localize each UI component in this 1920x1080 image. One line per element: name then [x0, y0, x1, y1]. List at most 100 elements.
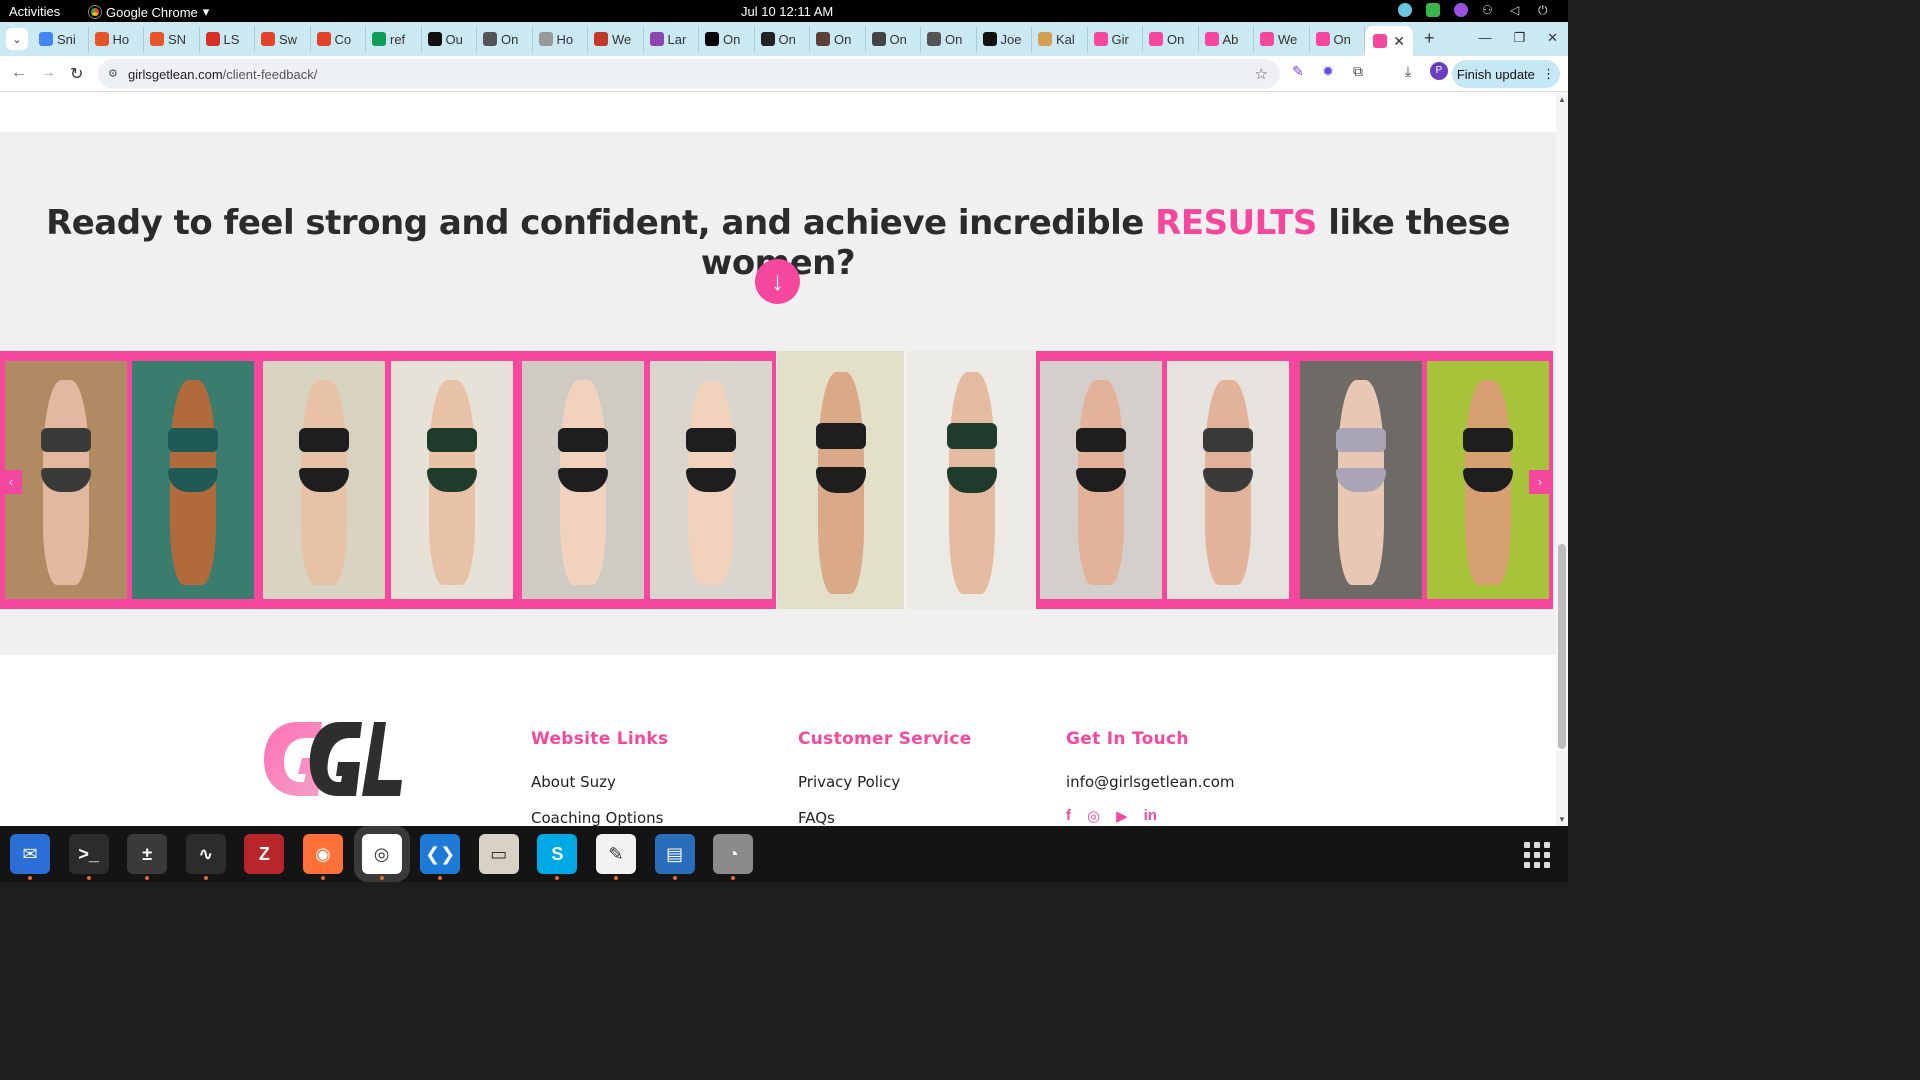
browser-tab[interactable]: Joe: [977, 26, 1032, 52]
facebook-icon[interactable]: f: [1066, 807, 1071, 825]
scroll-down-button[interactable]: ↓: [755, 259, 800, 304]
url-text[interactable]: girlsgetlean.com/client-feedback/: [128, 67, 317, 82]
ggl-logo[interactable]: [262, 718, 404, 798]
scrollbar-thumb[interactable]: [1558, 544, 1566, 749]
results-gallery[interactable]: ‹ ›: [0, 351, 1553, 609]
tab-title: Ou: [445, 31, 463, 47]
instagram-icon[interactable]: ◎: [1087, 807, 1100, 825]
browser-tab[interactable]: We: [588, 26, 644, 52]
text-editor-icon[interactable]: ✎: [596, 834, 636, 874]
extensions-puzzle-icon[interactable]: ⧉: [1350, 63, 1366, 79]
browser-tab[interactable]: Ou: [422, 26, 477, 52]
vscode-icon[interactable]: ❮❯: [420, 834, 461, 874]
show-apps-button[interactable]: [1524, 842, 1550, 868]
activities-button[interactable]: Activities: [9, 4, 60, 19]
tab-favicon-icon: [538, 32, 553, 46]
back-button[interactable]: ←: [11, 64, 27, 82]
pen-extension-icon[interactable]: ✎: [1290, 63, 1306, 79]
browser-tab[interactable]: On: [866, 26, 921, 52]
running-indicator: [731, 876, 736, 880]
browser-tab-active[interactable]: ✕: [1365, 26, 1413, 56]
browser-toolbar: ← → ↻ ⚙ girlsgetlean.com/client-feedback…: [0, 56, 1568, 92]
browser-tab[interactable]: On: [755, 26, 810, 52]
volume-icon[interactable]: ◁: [1510, 3, 1524, 17]
headline-text: Ready to feel strong and confident, and …: [46, 203, 1156, 243]
browser-tab[interactable]: Ab: [1199, 26, 1254, 52]
browser-tab[interactable]: Sw: [255, 26, 311, 52]
browser-tab[interactable]: On: [810, 26, 866, 52]
restore-icon[interactable]: ❐: [1513, 30, 1525, 46]
footer-link-faqs[interactable]: FAQs: [798, 809, 972, 826]
gear-extension-icon[interactable]: ✹: [1320, 63, 1336, 79]
gallery-slide[interactable]: [1036, 351, 1553, 609]
disk-utility-icon[interactable]: ◔: [713, 834, 754, 874]
site-info-icon[interactable]: ⚙: [108, 67, 122, 81]
browser-tab[interactable]: On: [699, 26, 755, 52]
new-tab-button[interactable]: +: [1424, 28, 1435, 49]
browser-tab[interactable]: Ho: [89, 26, 144, 52]
browser-tab[interactable]: Sni: [33, 26, 89, 52]
download-icon[interactable]: ⤓: [1400, 63, 1416, 79]
gallery-prev-button[interactable]: ‹: [0, 470, 22, 494]
browser-tab[interactable]: On: [1310, 26, 1365, 52]
network-icon[interactable]: ⚇: [1482, 3, 1496, 17]
client-result-photo: [907, 351, 1036, 609]
browser-tab[interactable]: Ho: [533, 26, 588, 52]
chrome-icon[interactable]: ◎: [361, 834, 402, 874]
running-indicator: [672, 876, 677, 880]
browser-tab[interactable]: Kal: [1032, 26, 1088, 52]
browser-tab[interactable]: ref: [366, 26, 422, 52]
power-icon[interactable]: ⏻: [1538, 3, 1552, 17]
linkedin-icon[interactable]: in: [1144, 807, 1157, 825]
browser-tab[interactable]: SN: [144, 26, 200, 52]
sync-icon[interactable]: [1398, 3, 1412, 17]
browser-tab[interactable]: On: [921, 26, 977, 52]
reload-button[interactable]: ↻: [70, 64, 83, 84]
gallery-slide[interactable]: [776, 351, 1036, 609]
system-monitor-icon[interactable]: ∿: [185, 834, 226, 874]
scroll-up-icon[interactable]: ▲: [1558, 95, 1566, 104]
browser-tab[interactable]: Gir: [1088, 26, 1143, 52]
scroll-down-icon[interactable]: ▼: [1558, 815, 1566, 824]
browser-tab[interactable]: On: [477, 26, 533, 52]
filezilla-icon[interactable]: Z: [244, 834, 285, 874]
browser-tab[interactable]: Co: [311, 26, 366, 52]
browser-tab[interactable]: LS: [200, 26, 255, 52]
profile-avatar[interactable]: P: [1430, 62, 1448, 80]
check-icon[interactable]: [1426, 3, 1440, 17]
client-result-photo: [1040, 361, 1162, 599]
extension-icon[interactable]: [1454, 3, 1468, 17]
gallery-next-button[interactable]: ›: [1529, 470, 1551, 494]
youtube-icon[interactable]: ▶: [1116, 807, 1128, 825]
forward-button[interactable]: →: [40, 64, 56, 82]
gallery-slide[interactable]: [0, 351, 776, 609]
footer-link-privacy[interactable]: Privacy Policy: [798, 773, 972, 791]
footer-email-link[interactable]: info@girlsgetlean.com: [1066, 773, 1235, 791]
calculator-icon[interactable]: ±: [127, 834, 168, 874]
close-icon[interactable]: ✕: [1547, 30, 1558, 46]
thunderbird-icon[interactable]: ✉: [10, 834, 50, 874]
system-tray[interactable]: ⚇ ◁ ⏻: [1398, 3, 1552, 17]
footer-link-coaching[interactable]: Coaching Options: [531, 809, 668, 826]
tab-favicon-icon: [594, 32, 608, 46]
finish-update-button[interactable]: Finish update ⋮: [1452, 60, 1560, 88]
browser-tab[interactable]: On: [1143, 26, 1199, 52]
address-bar[interactable]: ⚙ girlsgetlean.com/client-feedback/ ☆: [98, 59, 1280, 89]
close-tab-icon[interactable]: ✕: [1393, 33, 1405, 50]
browser-tab[interactable]: We: [1254, 26, 1310, 52]
bookmark-star-icon[interactable]: ☆: [1255, 65, 1268, 83]
app-menu[interactable]: Google Chrome ▾: [89, 4, 209, 20]
tab-search-button[interactable]: ⌄: [6, 28, 28, 50]
libreoffice-writer-icon[interactable]: ▤: [654, 834, 695, 874]
clock[interactable]: Jul 10 12:11 AM: [741, 4, 833, 19]
browser-tab[interactable]: Lar: [644, 26, 699, 52]
firefox-icon[interactable]: ◉: [303, 834, 343, 874]
tab-title: Ab: [1222, 31, 1239, 47]
tab-title: Lar: [667, 31, 687, 47]
files-icon[interactable]: ▭: [478, 834, 519, 874]
terminal-icon[interactable]: >_: [68, 834, 109, 874]
skype-icon[interactable]: S: [537, 834, 578, 874]
minimize-icon[interactable]: —: [1478, 30, 1491, 46]
footer-link-about[interactable]: About Suzy: [531, 773, 668, 791]
page-scrollbar[interactable]: ▲ ▼: [1556, 92, 1568, 826]
